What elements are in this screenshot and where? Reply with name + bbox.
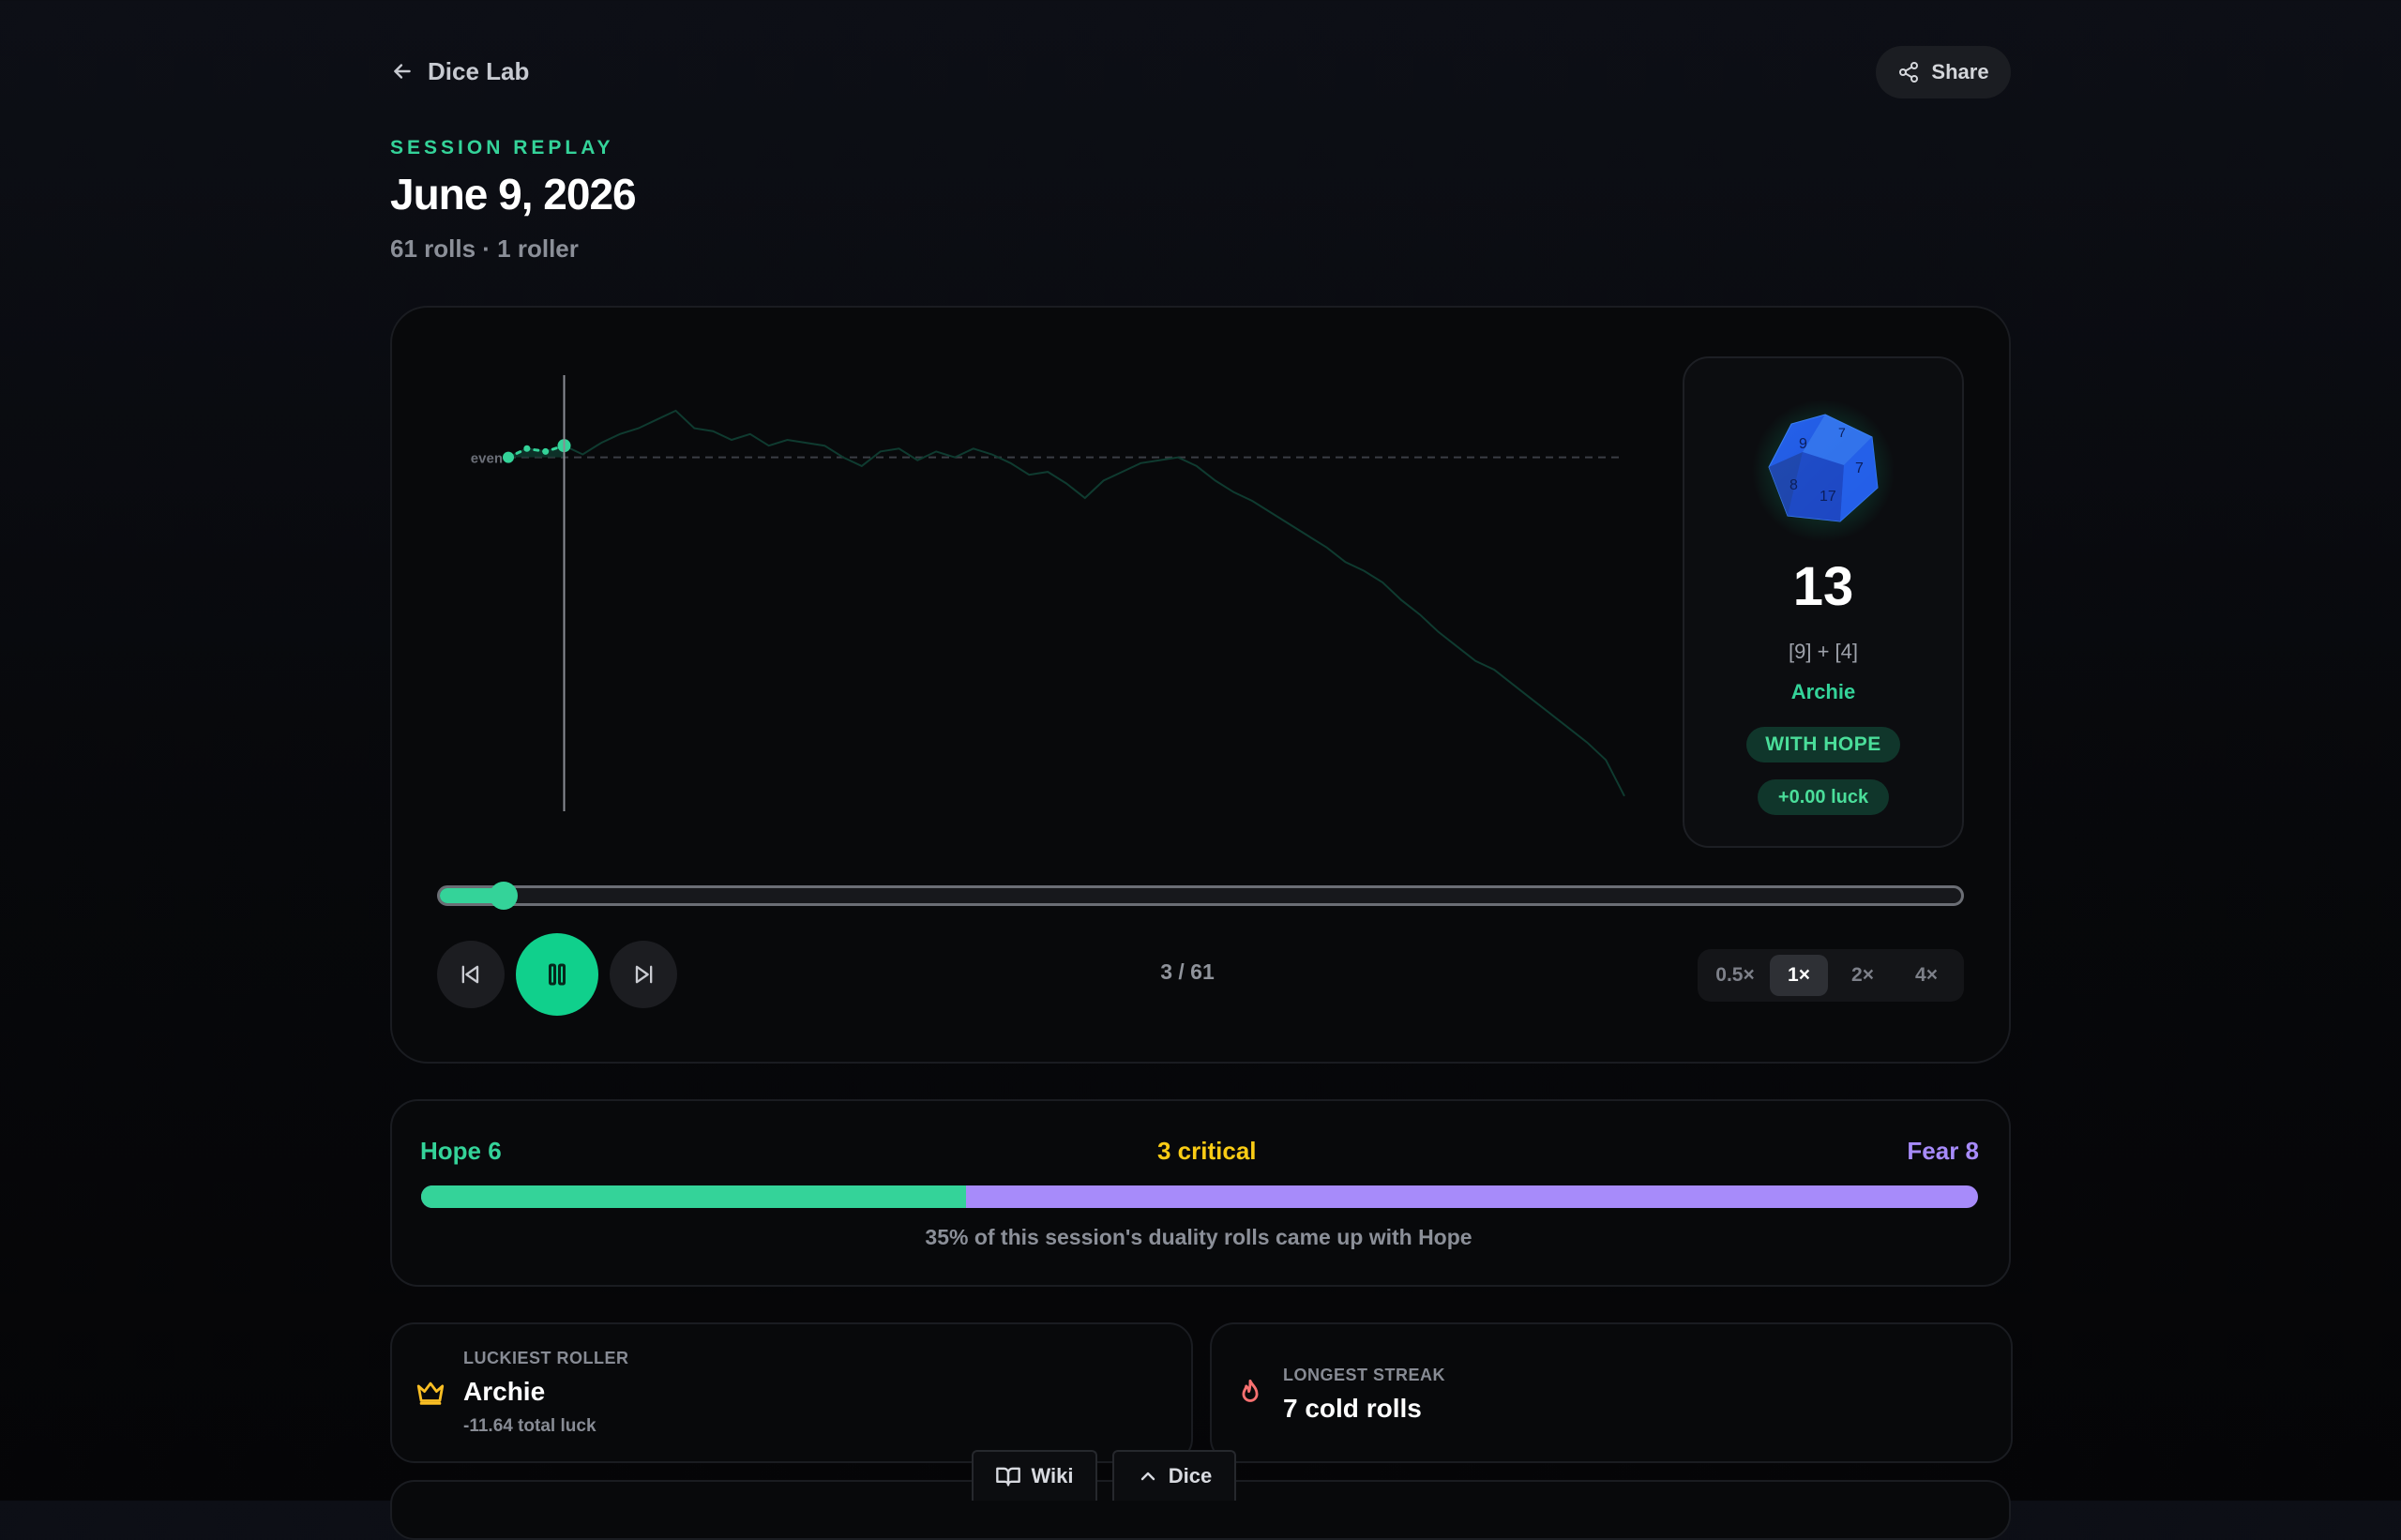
duality-bar xyxy=(421,1185,1978,1208)
duality-caption: 35% of this session's duality rolls came… xyxy=(925,1225,1472,1249)
luck-point xyxy=(523,445,531,452)
luckiest-roller-card: LUCKIEST ROLLER Archie -11.64 total luck xyxy=(390,1322,1193,1463)
arrow-left-icon xyxy=(394,64,411,79)
die-face-label: 8 xyxy=(1789,477,1798,493)
roll-counter: 3 / 61 xyxy=(1160,959,1215,984)
baseline-label: even xyxy=(471,451,503,467)
fear-count: Fear 8 xyxy=(1907,1137,1979,1165)
speed-option-2x[interactable]: 2× xyxy=(1834,955,1892,996)
share-button[interactable]: Share xyxy=(1876,46,2011,98)
stat-value: 7 cold rolls xyxy=(1283,1394,1422,1423)
die-face-label: 7 xyxy=(1838,425,1846,440)
share-label: Share xyxy=(1931,60,1989,83)
die-face-label: 7 xyxy=(1855,460,1864,476)
progress-scrubber[interactable] xyxy=(437,882,1964,910)
roll-total: 13 xyxy=(1792,556,1854,617)
critical-count: 3 critical xyxy=(1157,1137,1257,1165)
current-roll-panel: 9 7 8 17 7 13 [9] + [4] Archie WITH HOPE… xyxy=(1683,356,1964,848)
stat-value: Archie xyxy=(463,1377,546,1406)
previous-button[interactable] xyxy=(437,941,505,1008)
wiki-label: Wiki xyxy=(1031,1464,1074,1487)
next-button[interactable] xyxy=(610,941,677,1008)
flame-icon xyxy=(1242,1379,1259,1402)
dice-label: Dice xyxy=(1168,1464,1213,1487)
die-face-label: 9 xyxy=(1799,436,1807,452)
luck-point xyxy=(542,447,550,455)
longest-streak-card: LONGEST STREAK 7 cold rolls xyxy=(1210,1322,2013,1463)
dice-button[interactable]: Dice xyxy=(1112,1450,1236,1501)
luck-series-ghost xyxy=(507,409,1625,797)
chevron-up-icon xyxy=(1140,1472,1155,1481)
back-link[interactable]: Dice Lab xyxy=(390,53,529,90)
skip-back-icon xyxy=(461,965,479,984)
page-title: June 9, 2026 xyxy=(390,170,637,219)
pause-icon xyxy=(549,963,566,986)
speed-option-1x[interactable]: 1× xyxy=(1770,955,1828,996)
roll-detail: [9] + [4] xyxy=(1789,640,1858,663)
stat-kicker: LUCKIEST ROLLER xyxy=(463,1349,629,1367)
page-subtitle: 61 rolls · 1 roller xyxy=(390,234,579,263)
eyebrow-label: SESSION REPLAY xyxy=(390,137,614,159)
d20-die-icon: 9 7 8 17 7 xyxy=(1752,400,1895,542)
stat-kicker: LONGEST STREAK xyxy=(1283,1366,1446,1384)
speed-selector: 0.5× 1× 2× 4× xyxy=(1698,949,1964,1002)
luck-point xyxy=(503,451,514,463)
scrubber-thumb[interactable] xyxy=(490,882,519,910)
wiki-button[interactable]: Wiki xyxy=(972,1450,1097,1501)
pause-button[interactable] xyxy=(516,933,598,1016)
hope-count: Hope 6 xyxy=(420,1137,502,1165)
luck-badge: +0.00 luck xyxy=(1758,779,1889,815)
back-link-label: Dice Lab xyxy=(428,56,530,85)
stat-subtext: -11.64 total luck xyxy=(463,1416,596,1436)
speed-option-0-5x[interactable]: 0.5× xyxy=(1706,955,1764,996)
luck-chart: even xyxy=(471,375,1625,811)
hope-fill xyxy=(421,1185,966,1208)
result-badge: WITH HOPE xyxy=(1746,727,1900,762)
share-icon xyxy=(1899,62,1919,83)
speed-option-4x[interactable]: 4× xyxy=(1897,955,1956,996)
book-open-icon xyxy=(996,1467,1021,1487)
skip-forward-icon xyxy=(635,965,653,984)
roller-name: Archie xyxy=(1790,680,1856,703)
crown-icon xyxy=(416,1381,445,1405)
die-face-label: 17 xyxy=(1820,489,1836,505)
